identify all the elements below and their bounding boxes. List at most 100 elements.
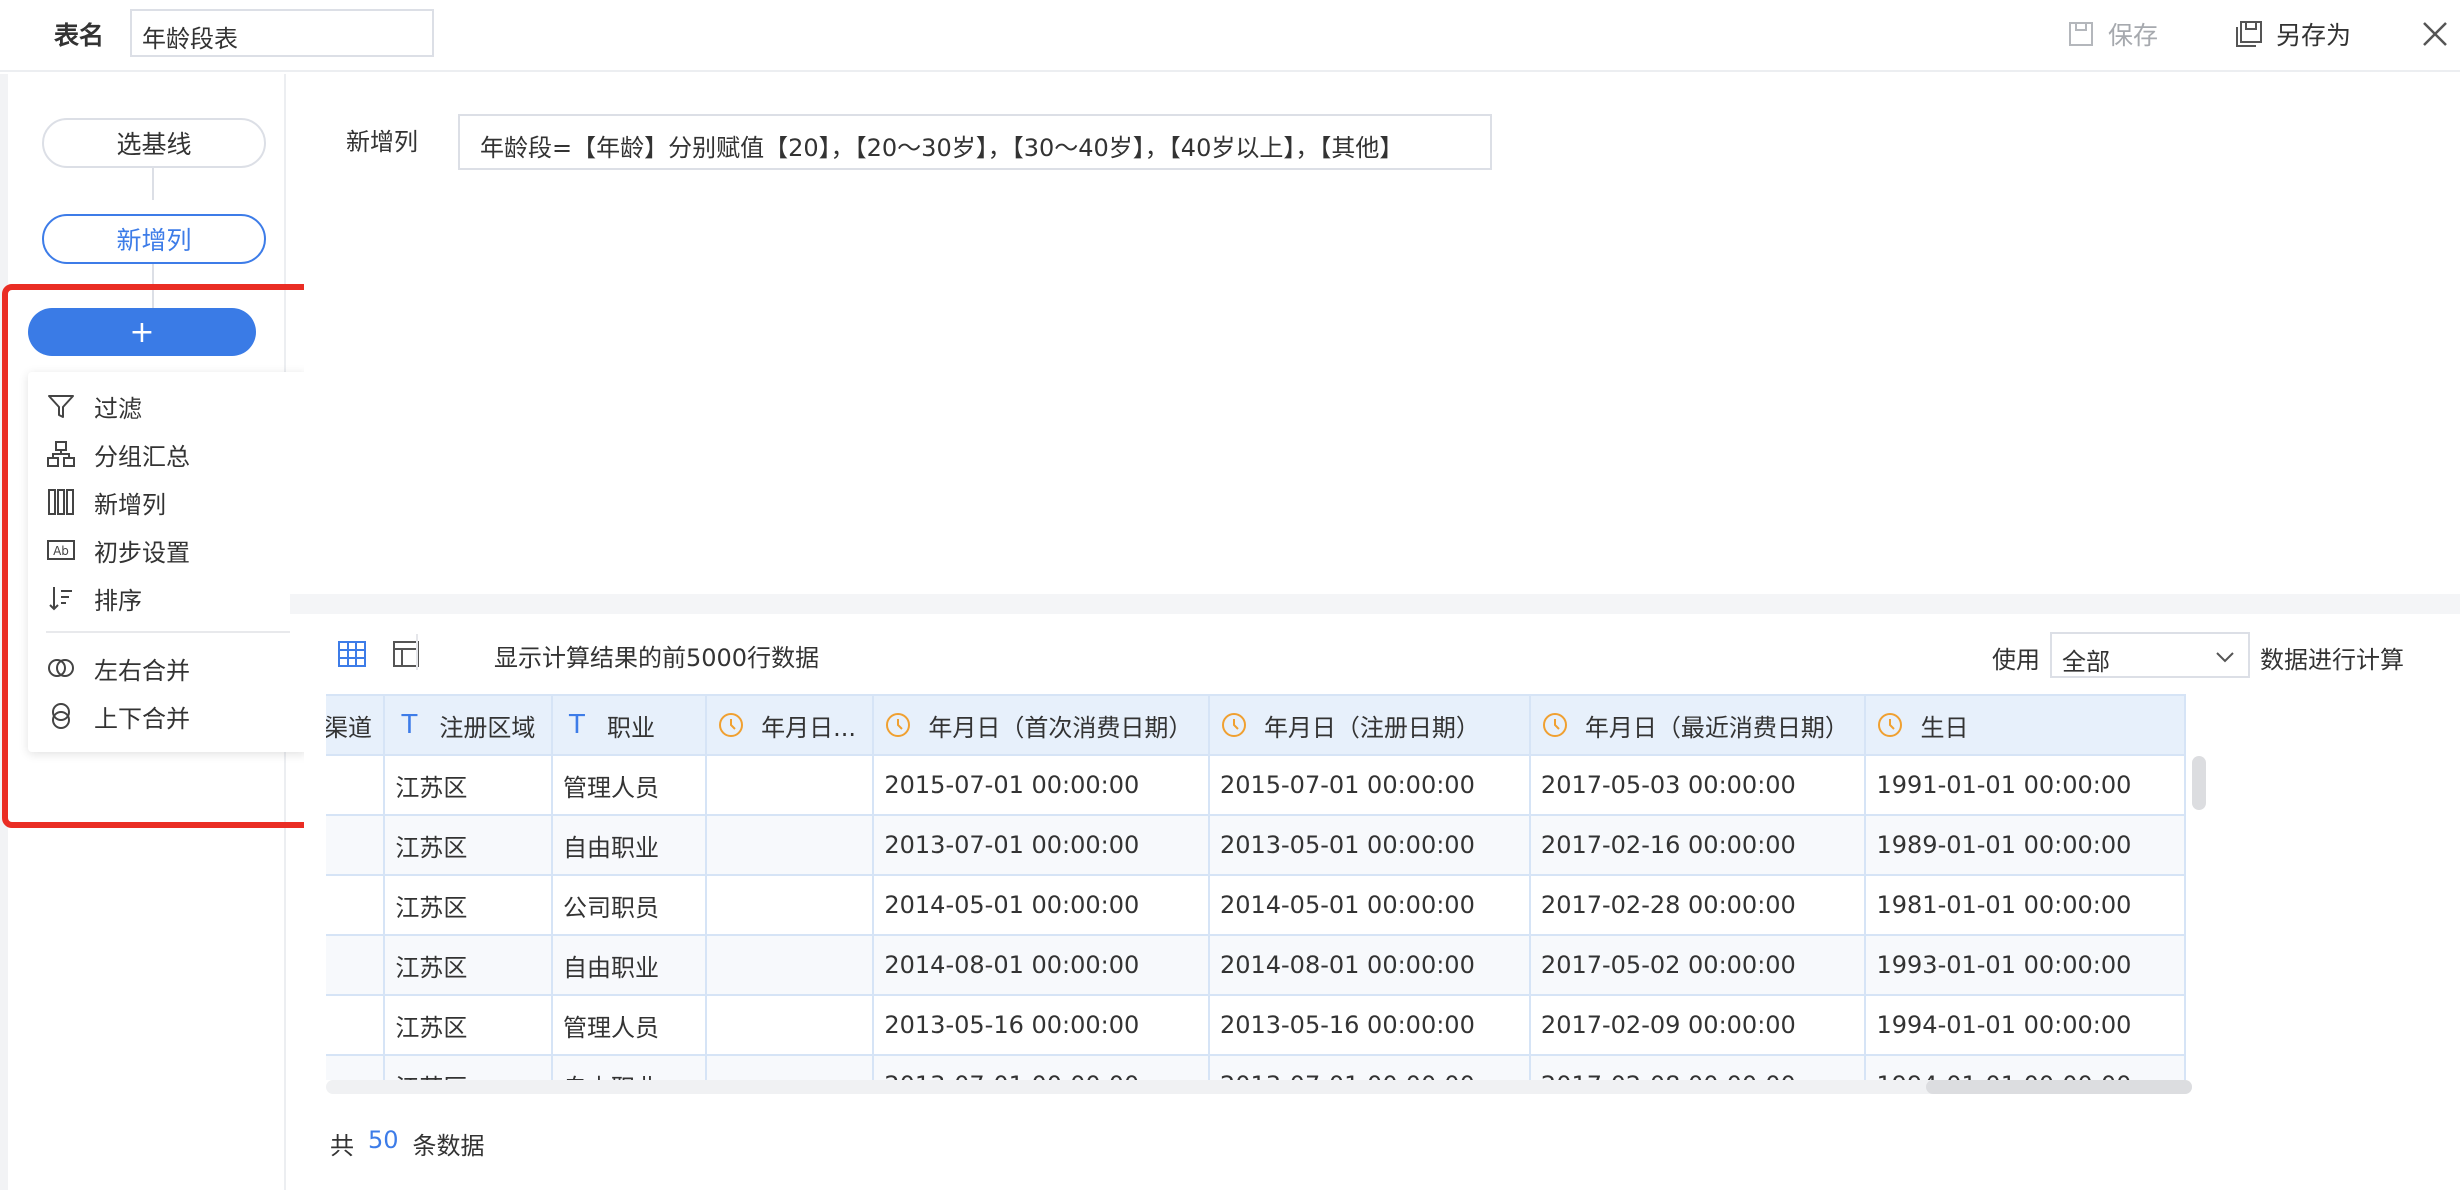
- column-header-label: 职业: [606, 713, 655, 742]
- table-cell: 2013-05-01 00:00:00: [1207, 814, 1531, 876]
- chevron-down-icon: [2216, 652, 2234, 663]
- menu-item-field-settings[interactable]: Ab 初步设置: [46, 530, 190, 570]
- table-cell: 自由职业: [550, 814, 708, 876]
- table-row: 江苏区 管理人员 2013-05-16 00:00:00 2013-05-16 00:…: [326, 994, 2186, 1056]
- add-column-icon: [48, 489, 74, 515]
- menu-item-add-column[interactable]: 新增列: [46, 482, 166, 522]
- table-cell: [326, 814, 386, 876]
- table-cell: 2013-05-16 00:00:00: [872, 994, 1210, 1056]
- table-cell: [705, 1054, 875, 1080]
- column-header-label: 年月日（注册日期）: [1263, 713, 1480, 742]
- table-cell: [705, 874, 875, 936]
- vertical-scroll-thumb[interactable]: [2192, 756, 2206, 810]
- table-name-input[interactable]: 年龄段表: [130, 9, 434, 57]
- text-type-icon: T: [401, 710, 418, 740]
- table-cell: 江苏区: [383, 874, 553, 936]
- table-cell: [705, 994, 875, 1056]
- close-icon[interactable]: [2420, 19, 2450, 49]
- section-divider: [290, 594, 2460, 614]
- horizontal-scrollbar[interactable]: [326, 1080, 2192, 1094]
- row-scope-select[interactable]: 全部: [2050, 632, 2250, 678]
- row-scope-value: 全部: [2062, 648, 2110, 676]
- table-cell: 1991-01-01 00:00:00: [1864, 754, 2186, 816]
- toolbar-divider: [416, 634, 418, 670]
- column-header[interactable]: T渠道: [326, 694, 386, 756]
- table-cell: 江苏区: [383, 934, 553, 996]
- vertical-scrollbar[interactable]: [2192, 756, 2206, 1080]
- field-settings-icon: Ab: [47, 540, 75, 560]
- filter-icon: [48, 395, 74, 418]
- add-step-button[interactable]: +: [28, 308, 256, 356]
- flow-node-baseline[interactable]: 选基线: [42, 118, 266, 168]
- use-label: 使用: [1992, 646, 2040, 674]
- table-row: 江苏区自由职业 2013-07-01 00:00:002013-07-01 00:…: [326, 1054, 2186, 1080]
- column-header-label: 年月日...: [761, 713, 857, 742]
- up-down-merge-icon: [52, 703, 70, 729]
- table-cell: 2013-07-01 00:00:00: [872, 814, 1210, 876]
- table-cell: 管理人员: [550, 994, 708, 1056]
- menu-item-sort[interactable]: 排序: [46, 578, 142, 618]
- config-label: 新增列: [346, 128, 418, 156]
- save-button[interactable]: 保存: [2066, 16, 2158, 52]
- column-header[interactable]: 年月日（首次消费日期）: [872, 694, 1210, 756]
- table-cell: 自由职业: [550, 1054, 708, 1080]
- row-count-prefix: 共: [330, 1132, 354, 1160]
- add-step-menu: 过滤 分组汇总 新增列 Ab 初步设置 排序 左右合并 上下合并: [28, 372, 308, 752]
- column-header[interactable]: 生日: [1864, 694, 2186, 756]
- table-cell: 1994-01-01 00:00:00: [1864, 994, 2186, 1056]
- svg-text:Ab: Ab: [53, 544, 69, 558]
- table-cell: 2017-02-16 00:00:00: [1528, 814, 1867, 876]
- table-row: 江苏区 公司职员 2014-05-01 00:00:00 2014-05-01 00:…: [326, 874, 2186, 936]
- column-header-label: 注册区域: [439, 713, 536, 742]
- formula-field[interactable]: 年龄段=【年龄】分别赋值【20】，【20～30岁】，【30～40岁】，【40岁以…: [458, 114, 1492, 170]
- menu-item-label: 上下合并: [94, 704, 190, 733]
- table-row: 江苏区 自由职业 2014-08-01 00:00:00 2014-08-01 00:…: [326, 934, 2186, 996]
- table-cell: 2014-05-01 00:00:00: [1207, 874, 1531, 936]
- save-as-label: 另存为: [2276, 21, 2352, 50]
- table-cell: [326, 1054, 386, 1080]
- row-count-number: 50: [368, 1126, 399, 1154]
- table-cell: 2017-05-03 00:00:00: [1528, 754, 1867, 816]
- column-header-label: 生日: [1920, 713, 1969, 742]
- clock-icon: [719, 713, 744, 737]
- menu-item-label: 初步设置: [94, 538, 190, 567]
- table-cell: 江苏区: [383, 754, 553, 816]
- table-cell: 1989-01-01 00:00:00: [1864, 814, 2186, 876]
- clock-icon: [1878, 713, 1903, 737]
- table-cell: 江苏区: [383, 814, 553, 876]
- table-cell: 江苏区: [383, 1054, 553, 1080]
- clock-icon: [1221, 713, 1246, 737]
- menu-item-filter[interactable]: 过滤: [46, 386, 142, 426]
- column-header[interactable]: 年月日（最近消费日期）: [1528, 694, 1867, 756]
- table-cell: 2014-05-01 00:00:00: [872, 874, 1210, 936]
- table-cell: 自由职业: [550, 934, 708, 996]
- table-cell: [326, 994, 386, 1056]
- column-header-label: 渠道: [326, 713, 372, 742]
- table-cell: 管理人员: [550, 754, 708, 816]
- horizontal-scroll-thumb[interactable]: [1926, 1080, 2192, 1094]
- menu-item-label: 分组汇总: [94, 442, 190, 471]
- table-cell: 1981-01-01 00:00:00: [1864, 874, 2186, 936]
- step-config-panel: 新增列 年龄段=【年龄】分别赋值【20】，【20～30岁】，【30～40岁】，【…: [304, 94, 2460, 594]
- menu-item-label: 左右合并: [94, 656, 190, 685]
- column-header[interactable]: 年月日（注册日期）: [1207, 694, 1531, 756]
- save-icon: [2069, 22, 2093, 46]
- preview-table: T渠道 T 注册区域 T 职业 年月日... 年月日（首次消费日期） 年月日（注册日期） 年月日…: [326, 694, 2244, 1080]
- table-cell: 2014-08-01 00:00:00: [1207, 934, 1531, 996]
- table-cell: 1993-01-01 00:00:00: [1864, 934, 2186, 996]
- table-cell: 江苏区: [383, 994, 553, 1056]
- menu-item-up-down-merge[interactable]: 上下合并: [46, 696, 190, 736]
- flow-node-add-column[interactable]: 新增列: [42, 214, 266, 264]
- menu-item-group-summary[interactable]: 分组汇总: [46, 434, 190, 474]
- preview-tip: 显示计算结果的前5000行数据: [494, 644, 820, 672]
- table-view-icon[interactable]: [336, 638, 368, 670]
- column-header[interactable]: T 注册区域: [383, 694, 553, 756]
- sort-icon: [49, 587, 72, 611]
- column-header[interactable]: T 职业: [550, 694, 708, 756]
- menu-item-left-right-merge[interactable]: 左右合并: [46, 648, 190, 688]
- left-right-merge-icon: [48, 659, 74, 677]
- table-cell: 2013-07-01 00:00:00: [872, 1054, 1210, 1080]
- save-as-button[interactable]: 另存为: [2234, 16, 2351, 52]
- column-header[interactable]: 年月日...: [705, 694, 875, 756]
- row-count-suffix: 条数据: [412, 1132, 485, 1160]
